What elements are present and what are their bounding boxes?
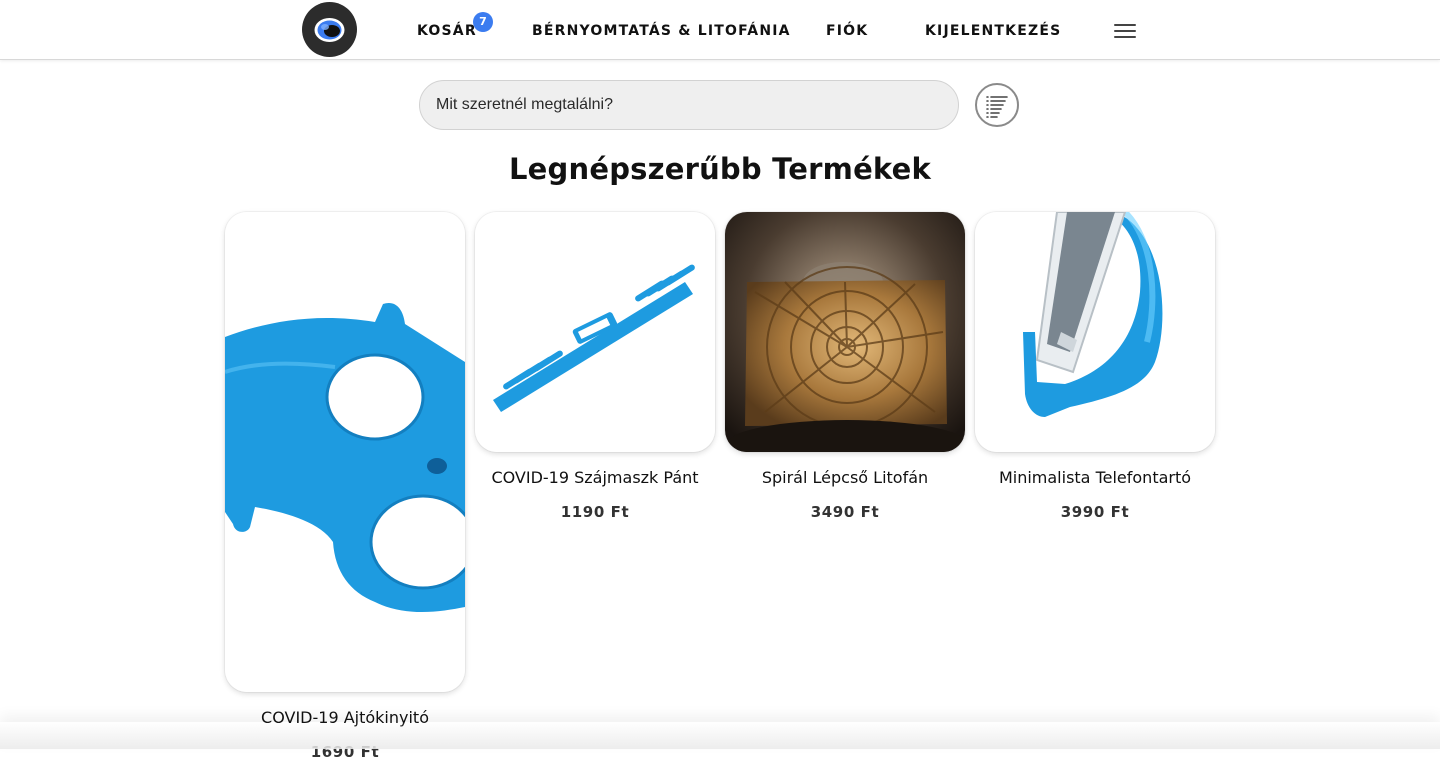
product-price: 1690 Ft (310, 743, 380, 761)
product-image[interactable] (475, 212, 715, 452)
product-name[interactable]: Minimalista Telefontartó (955, 468, 1235, 487)
cart-count-badge: 7 (473, 12, 493, 32)
list-filter-icon (986, 96, 1008, 118)
product-price: 1190 Ft (560, 503, 630, 521)
nav-printing-link[interactable]: BÉRNYOMTATÁS & LITOFÁNIA (532, 22, 791, 40)
hamburger-menu-icon[interactable] (1113, 22, 1137, 40)
product-name[interactable]: COVID-19 Szájmaszk Pánt (455, 468, 735, 487)
product-price: 3490 Ft (810, 503, 880, 521)
product-name[interactable]: Spirál Lépcső Litofán (705, 468, 985, 487)
nav-logout-link[interactable]: KIJELENTKEZÉS (925, 22, 1061, 40)
section-title: Legnépszerűbb Termékek (509, 152, 931, 186)
product-image[interactable] (725, 212, 965, 452)
nav-cart-link[interactable]: KOSÁR (417, 22, 477, 40)
product-price: 3990 Ft (1060, 503, 1130, 521)
nav-account-link[interactable]: FIÓK (826, 22, 868, 40)
search-input[interactable] (419, 80, 959, 130)
product-image[interactable] (225, 212, 465, 692)
top-navigation-bar: KOSÁR 7 BÉRNYOMTATÁS & LITOFÁNIA FIÓK KI… (0, 0, 1440, 60)
logo-icon (314, 18, 345, 42)
product-image[interactable] (975, 212, 1215, 452)
site-logo[interactable] (302, 2, 357, 57)
product-name[interactable]: COVID-19 Ajtókinyitó (205, 708, 485, 727)
filter-button[interactable] (975, 83, 1019, 127)
